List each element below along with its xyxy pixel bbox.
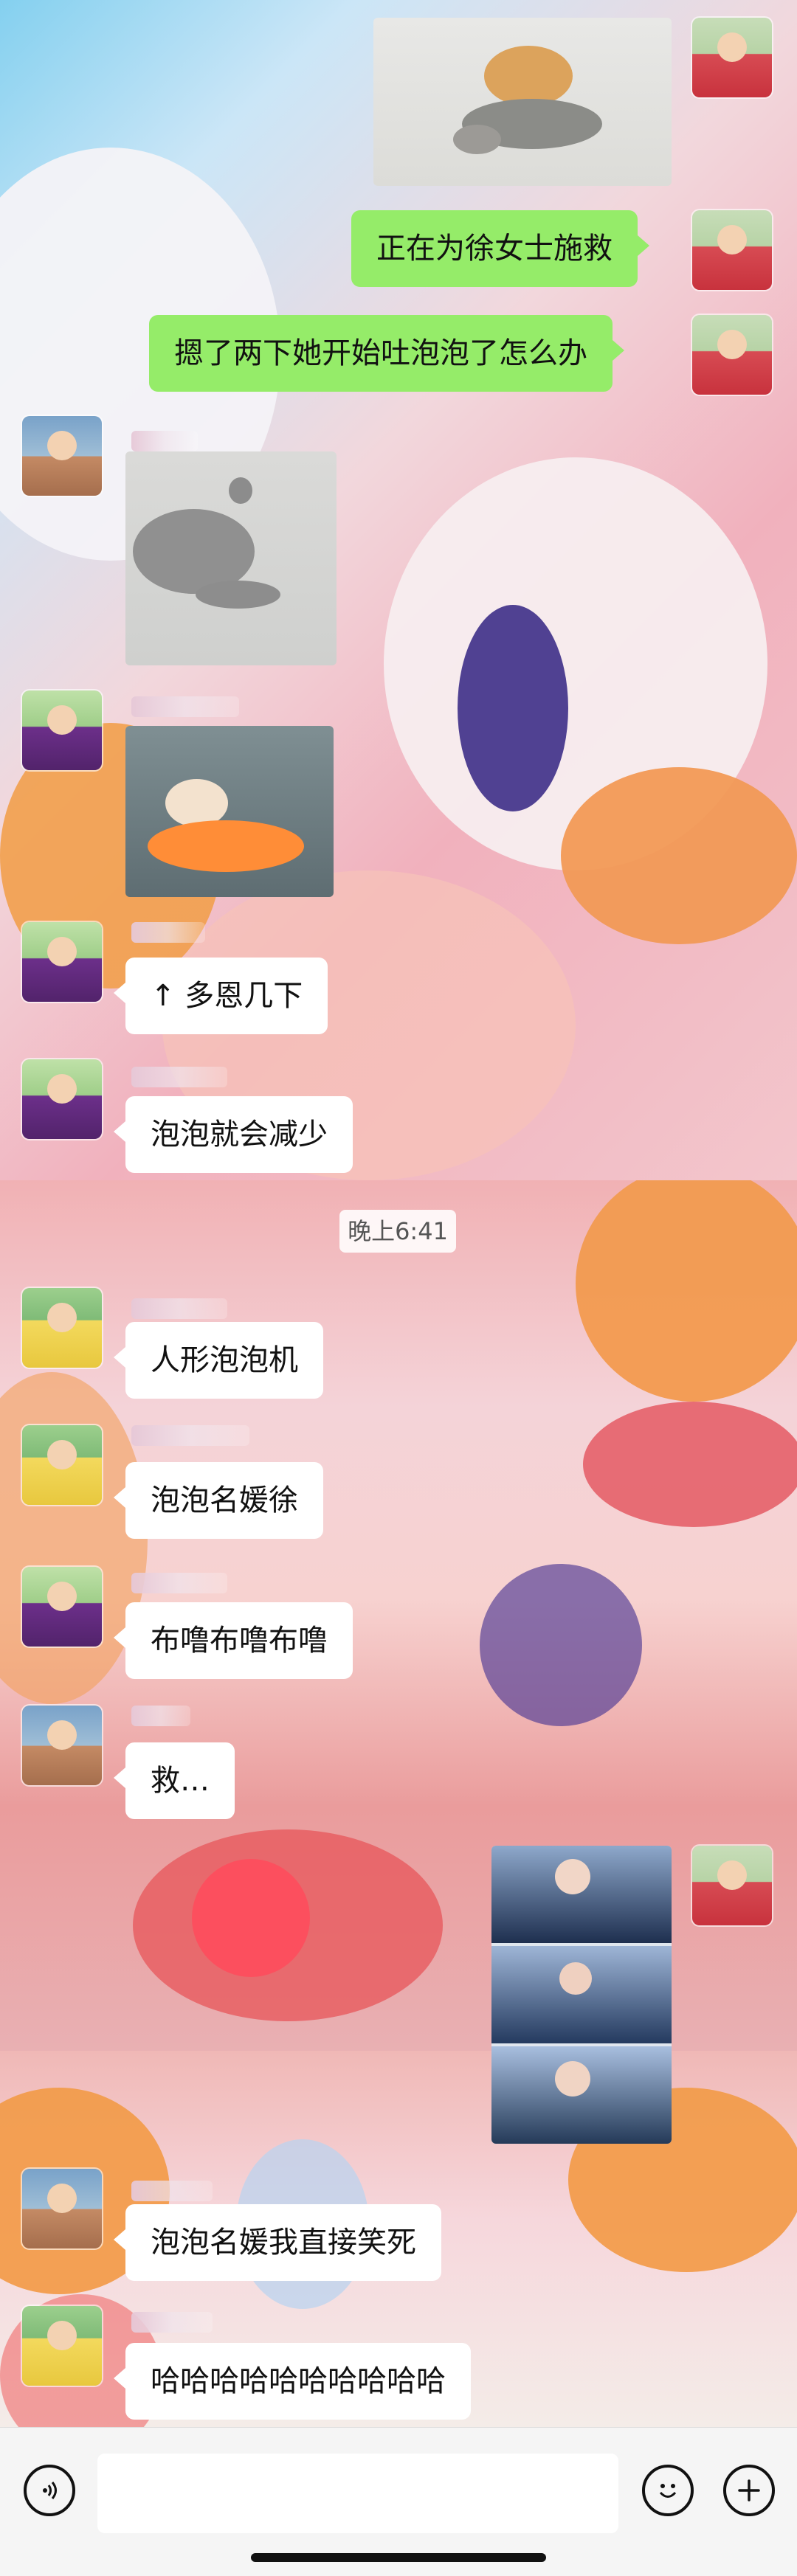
- sender-name-redacted: [131, 1573, 227, 1593]
- received-message-6[interactable]: 救…: [114, 1742, 235, 1819]
- sender-name-redacted: [131, 2181, 213, 2201]
- red-teletubby-avatar[interactable]: [692, 315, 772, 395]
- sender-name-redacted: [131, 2312, 213, 2333]
- received-message-4[interactable]: 泡泡名媛徐: [114, 1462, 323, 1539]
- family-photo-avatar[interactable]: [22, 416, 102, 496]
- purple-teletubby-avatar[interactable]: [22, 1567, 102, 1647]
- family-photo-avatar[interactable]: [22, 2169, 102, 2248]
- emoji-icon: [659, 2484, 677, 2498]
- red-teletubby-avatar[interactable]: [692, 1846, 772, 1925]
- voice-icon[interactable]: [24, 2465, 75, 2516]
- received-message-2[interactable]: 泡泡就会减少: [114, 1096, 353, 1173]
- received-message-8[interactable]: 哈哈哈哈哈哈哈哈哈哈: [114, 2343, 471, 2420]
- received-image-cat-lying[interactable]: [125, 451, 337, 665]
- received-image-cat-blanket[interactable]: [125, 726, 334, 897]
- red-teletubby-avatar[interactable]: [692, 18, 772, 97]
- message-composer-bar: [0, 2427, 797, 2576]
- sent-message-1[interactable]: 正在为徐女士施救: [351, 210, 649, 287]
- sent-message-2[interactable]: 摁了两下她开始吐泡泡了怎么办: [149, 315, 624, 392]
- sent-image-collage[interactable]: [491, 1846, 672, 2144]
- chat-timestamp: 晚上6:41: [339, 1210, 456, 1253]
- plus-icon[interactable]: [723, 2465, 775, 2516]
- sender-name-redacted: [131, 1706, 190, 1726]
- sender-name-redacted: [131, 1425, 249, 1446]
- sender-name-redacted: [131, 1067, 227, 1087]
- received-message-5[interactable]: 布噜布噜布噜: [114, 1602, 353, 1679]
- yellow-teletubby-avatar[interactable]: [22, 1288, 102, 1368]
- received-message-3[interactable]: 人形泡泡机: [114, 1322, 323, 1399]
- family-photo-avatar[interactable]: [22, 1706, 102, 1785]
- purple-teletubby-avatar[interactable]: [22, 690, 102, 770]
- sender-name-redacted: [131, 1298, 227, 1319]
- yellow-teletubby-avatar[interactable]: [22, 2306, 102, 2386]
- sender-name-redacted: [131, 696, 239, 717]
- message-input[interactable]: [97, 2454, 618, 2533]
- received-message-1[interactable]: ↑ 多恩几下: [113, 958, 328, 1034]
- purple-teletubby-avatar[interactable]: [22, 922, 102, 1002]
- received-message-7[interactable]: 泡泡名媛我直接笑死: [114, 2204, 441, 2281]
- sent-image-cats[interactable]: [373, 18, 672, 186]
- home-indicator: [251, 2553, 546, 2562]
- emoji-icon[interactable]: [642, 2465, 694, 2516]
- chat-wallpaper-middle: [0, 1180, 797, 2051]
- purple-teletubby-avatar[interactable]: [22, 1059, 102, 1139]
- red-teletubby-avatar[interactable]: [692, 210, 772, 290]
- sender-name-redacted: [131, 922, 205, 943]
- plus-icon: [738, 2479, 760, 2501]
- sender-name-redacted: [131, 431, 198, 451]
- voice-icon: [43, 2482, 57, 2499]
- yellow-teletubby-avatar[interactable]: [22, 1425, 102, 1505]
